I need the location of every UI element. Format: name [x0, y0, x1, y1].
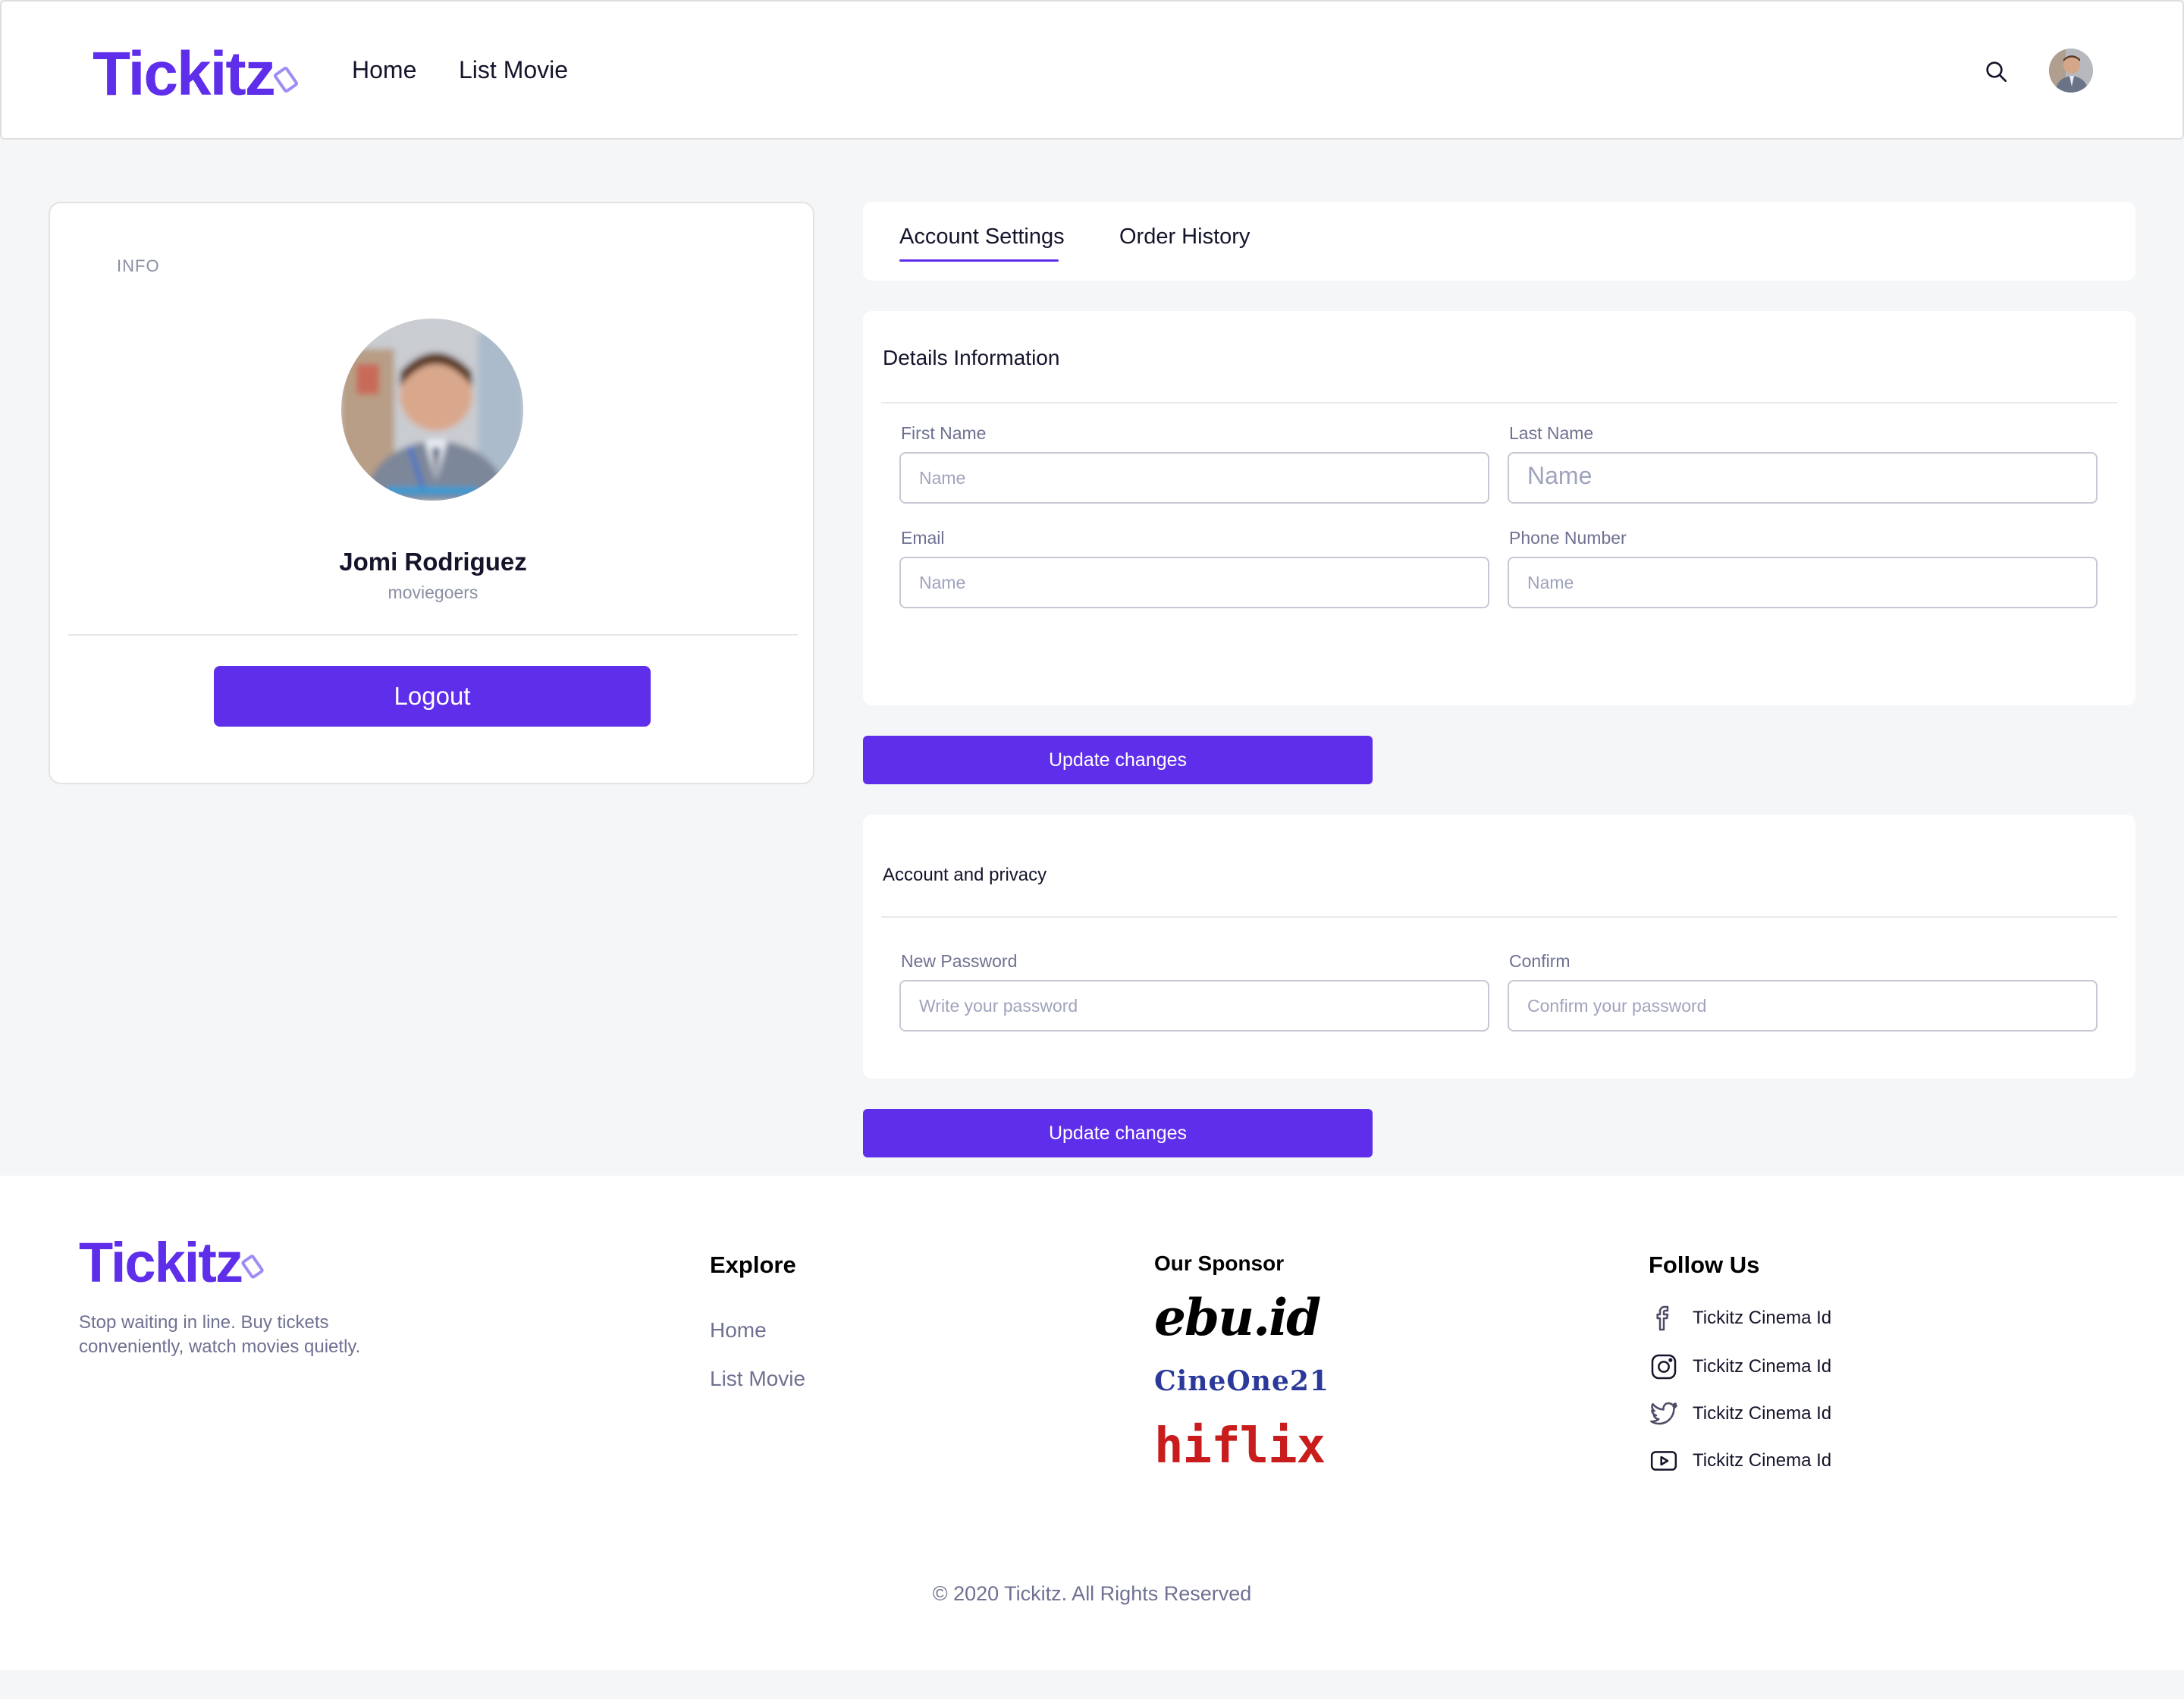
phone-number-input[interactable] — [1508, 557, 2098, 608]
divider — [881, 402, 2117, 404]
phone-number-label: Phone Number — [1509, 528, 1627, 548]
youtube-icon — [1649, 1446, 1679, 1476]
top-navbar: Tickitz Home List Movie — [0, 0, 2184, 140]
site-footer: Tickitz Stop waiting in line. Buy ticket… — [0, 1176, 2184, 1670]
tab-order-history[interactable]: Order History — [1119, 225, 1250, 250]
nav-list-movie-link[interactable]: List Movie — [459, 56, 568, 84]
footer-home-link[interactable]: Home — [710, 1318, 767, 1343]
twitter-icon — [1649, 1399, 1679, 1429]
sponsor-hiflix-logo: hiflix — [1154, 1418, 1326, 1474]
nav-home-link[interactable]: Home — [352, 56, 416, 84]
social-facebook-label: Tickitz Cinema Id — [1693, 1308, 1832, 1328]
tab-account-settings[interactable]: Account Settings — [899, 225, 1065, 250]
social-youtube-link[interactable]: Tickitz Cinema Id — [1649, 1446, 1831, 1476]
logout-button[interactable]: Logout — [214, 666, 651, 727]
ticket-icon — [272, 65, 300, 94]
last-name-label: Last Name — [1509, 423, 1594, 443]
settings-tabs: Account Settings Order History — [863, 202, 2135, 281]
confirm-password-input[interactable] — [1508, 980, 2098, 1032]
social-facebook-link[interactable]: Tickitz Cinema Id — [1649, 1303, 1831, 1333]
brand-logo[interactable]: Tickitz — [93, 38, 300, 111]
confirm-password-label: Confirm — [1509, 951, 1571, 971]
explore-heading: Explore — [710, 1251, 796, 1278]
sponsor-cineone21-logo: CineOne21 — [1154, 1365, 1329, 1397]
facebook-icon — [1649, 1303, 1679, 1333]
new-password-label: New Password — [901, 951, 1018, 971]
social-instagram-label: Tickitz Cinema Id — [1693, 1356, 1832, 1377]
sponsor-heading: Our Sponsor — [1154, 1251, 1285, 1275]
active-tab-indicator — [899, 259, 1059, 262]
profile-name: Jomi Rodriguez — [339, 548, 527, 576]
social-twitter-link[interactable]: Tickitz Cinema Id — [1649, 1399, 1831, 1429]
divider — [881, 916, 2117, 918]
user-avatar[interactable] — [2049, 49, 2093, 93]
social-instagram-link[interactable]: Tickitz Cinema Id — [1649, 1352, 1831, 1382]
footer-logo-text: Tickitz — [79, 1230, 243, 1294]
account-privacy-card: Account and privacy New Password Confirm — [863, 815, 2135, 1079]
ticket-icon — [240, 1253, 265, 1280]
sponsor-ebuid-logo: ebu.id — [1154, 1288, 1321, 1347]
first-name-label: First Name — [901, 423, 987, 443]
first-name-input[interactable] — [899, 452, 1489, 504]
profile-role: moviegoers — [388, 583, 479, 602]
copyright-text: © 2020 Tickitz. All Rights Reserved — [932, 1582, 1252, 1605]
details-information-card: Details Information First Name Last Name… — [863, 311, 2135, 705]
instagram-icon — [1649, 1352, 1679, 1382]
footer-list-movie-link[interactable]: List Movie — [710, 1367, 805, 1391]
search-icon[interactable] — [1984, 59, 2008, 83]
social-twitter-label: Tickitz Cinema Id — [1693, 1403, 1832, 1424]
divider — [68, 634, 798, 636]
update-details-button[interactable]: Update changes — [863, 736, 1373, 784]
email-input[interactable] — [899, 557, 1489, 608]
last-name-input[interactable] — [1508, 452, 2098, 504]
update-password-button[interactable]: Update changes — [863, 1109, 1373, 1157]
follow-us-heading: Follow Us — [1649, 1251, 1760, 1278]
brand-logo-text: Tickitz — [93, 39, 276, 108]
profile-info-card: INFO Jomi Rodriguez moviegoers Logout — [49, 202, 814, 784]
footer-tagline: Stop waiting in line. Buy tickets conven… — [79, 1312, 361, 1357]
privacy-title: Account and privacy — [883, 865, 1047, 885]
social-youtube-label: Tickitz Cinema Id — [1693, 1450, 1832, 1471]
footer-brand-logo[interactable]: Tickitz — [79, 1230, 265, 1294]
new-password-input[interactable] — [899, 980, 1489, 1032]
email-label: Email — [901, 528, 945, 548]
details-title: Details Information — [883, 346, 1060, 369]
profile-photo — [341, 319, 523, 501]
info-label: INFO — [117, 256, 160, 275]
